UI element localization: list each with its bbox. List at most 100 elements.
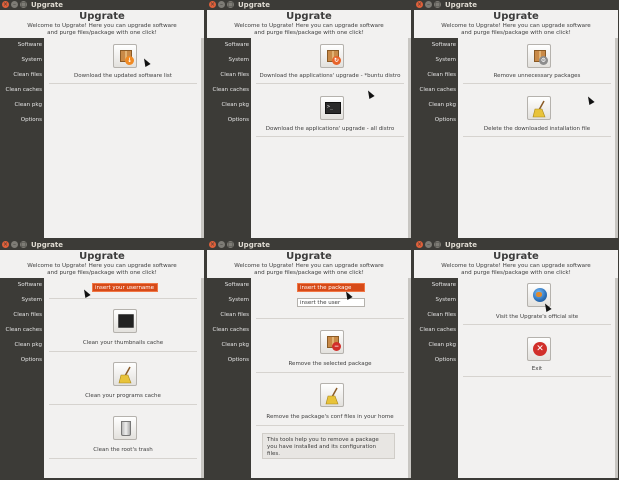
sidebar-item-system[interactable]: System (228, 56, 249, 64)
sidebar-item-software[interactable]: Software (18, 281, 42, 289)
delete-installation-button[interactable] (527, 96, 551, 120)
minimize-button[interactable]: – (218, 241, 225, 248)
sidebar-item-clean-files[interactable]: Clean files (220, 311, 249, 319)
scrollbar[interactable] (201, 278, 204, 478)
download-list-button[interactable]: ↓ (113, 44, 137, 68)
username-input[interactable]: insert your username (92, 283, 158, 292)
close-button[interactable]: × (209, 1, 216, 8)
minimize-button[interactable]: – (218, 1, 225, 8)
sidebar-item-clean-caches[interactable]: Clean caches (419, 86, 456, 94)
close-button[interactable]: × (2, 241, 9, 248)
welcome-line-1: Welcome to Upgrate! Here you can upgrade… (27, 23, 177, 29)
ubuntu-badge-icon: ↻ (332, 56, 341, 65)
remove-conf-button[interactable] (320, 383, 344, 407)
programs-cache-button[interactable] (113, 362, 137, 386)
scrollbar[interactable] (408, 278, 411, 478)
close-button[interactable]: × (416, 1, 423, 8)
download-ubuntu-upgrade-button[interactable]: ↻ (320, 44, 344, 68)
sidebar-item-clean-pkg[interactable]: Clean pkg (428, 341, 456, 349)
welcome-line-2: and purge files/package with one click! (461, 30, 571, 36)
sidebar-item-options[interactable]: Options (21, 116, 42, 124)
header: Upgrate Welcome to Upgrate! Here you can… (0, 250, 204, 278)
maximize-button[interactable]: □ (20, 1, 27, 8)
sidebar-item-options[interactable]: Options (435, 356, 456, 364)
remove-packages-button[interactable]: ⚙ (527, 44, 551, 68)
sidebar-item-software[interactable]: Software (432, 41, 456, 49)
delete-installation-label: Delete the downloaded installation file (483, 126, 591, 132)
sidebar: Software System Clean files Clean caches… (207, 278, 251, 478)
window-clean-files: × – □ Upgrate Upgrate Welcome to Upgrate… (414, 0, 618, 238)
sidebar-item-clean-pkg[interactable]: Clean pkg (14, 341, 42, 349)
close-button[interactable]: × (2, 1, 9, 8)
sidebar-item-clean-files[interactable]: Clean files (427, 311, 456, 319)
maximize-button[interactable]: □ (20, 241, 27, 248)
scrollbar[interactable] (615, 38, 618, 238)
scrollbar[interactable] (615, 278, 618, 478)
sidebar: Software System Clean files Clean caches… (0, 278, 44, 478)
minimize-button[interactable]: – (11, 241, 18, 248)
content-area: Visit the Upgrate's official site ✕ Exit (459, 278, 615, 478)
content-area: ↓ Download the updated software list (45, 38, 201, 238)
welcome-line-1: Welcome to Upgrate! Here you can upgrade… (27, 263, 177, 269)
minimize-button[interactable]: – (425, 241, 432, 248)
scrollbar[interactable] (408, 38, 411, 238)
download-all-upgrade-button[interactable]: >_ (320, 96, 344, 120)
sidebar-item-clean-files[interactable]: Clean files (427, 71, 456, 79)
divider (256, 136, 404, 137)
maximize-button[interactable]: □ (434, 241, 441, 248)
thumbnails-cache-button[interactable] (113, 309, 137, 333)
sidebar-item-options[interactable]: Options (228, 116, 249, 124)
sidebar-item-options[interactable]: Options (228, 356, 249, 364)
app-title: Upgrate (79, 251, 125, 262)
sidebar-item-system[interactable]: System (435, 296, 456, 304)
exit-button[interactable]: ✕ (527, 337, 551, 361)
sidebar-item-clean-caches[interactable]: Clean caches (212, 86, 249, 94)
root-trash-button[interactable] (113, 416, 137, 440)
sidebar-item-software[interactable]: Software (432, 281, 456, 289)
remove-package-button[interactable]: − (320, 330, 344, 354)
sidebar-item-system[interactable]: System (228, 296, 249, 304)
close-button[interactable]: × (209, 241, 216, 248)
header: Upgrate Welcome to Upgrate! Here you can… (414, 10, 618, 38)
sidebar-item-options[interactable]: Options (21, 356, 42, 364)
welcome-line-1: Welcome to Upgrate! Here you can upgrade… (234, 263, 384, 269)
minimize-button[interactable]: – (11, 1, 18, 8)
sidebar-item-clean-files[interactable]: Clean files (13, 311, 42, 319)
sidebar-item-clean-files[interactable]: Clean files (13, 71, 42, 79)
sidebar-item-software[interactable]: Software (225, 281, 249, 289)
sidebar-item-clean-pkg[interactable]: Clean pkg (428, 101, 456, 109)
maximize-button[interactable]: □ (227, 1, 234, 8)
package-input[interactable]: insert the package (297, 283, 365, 292)
scrollbar[interactable] (201, 38, 204, 238)
header: Upgrate Welcome to Upgrate! Here you can… (414, 250, 618, 278)
remove-badge-icon: − (332, 342, 341, 351)
minimize-button[interactable]: – (425, 1, 432, 8)
sidebar-item-system[interactable]: System (21, 296, 42, 304)
sidebar-item-clean-caches[interactable]: Clean caches (5, 86, 42, 94)
sidebar-item-clean-caches[interactable]: Clean caches (419, 326, 456, 334)
thumbnails-cache-label: Clean your thumbnails cache (82, 340, 164, 346)
download-all-upgrade-label: Download the applications' upgrade - all… (265, 126, 395, 132)
info-line-2: you have installed and its configuration… (267, 444, 377, 457)
sidebar-item-clean-pkg[interactable]: Clean pkg (14, 101, 42, 109)
maximize-button[interactable]: □ (434, 1, 441, 8)
sidebar-item-system[interactable]: System (435, 56, 456, 64)
title-bar: × – □ Upgrate (414, 0, 618, 10)
sidebar-item-clean-pkg[interactable]: Clean pkg (221, 341, 249, 349)
maximize-button[interactable]: □ (227, 241, 234, 248)
sidebar-item-clean-caches[interactable]: Clean caches (212, 326, 249, 334)
sidebar-item-clean-files[interactable]: Clean files (220, 71, 249, 79)
exit-icon: ✕ (533, 342, 547, 356)
sidebar-item-clean-caches[interactable]: Clean caches (5, 326, 42, 334)
window-clean-caches: × – □ Upgrate Upgrate Welcome to Upgrate… (0, 240, 204, 478)
header: Upgrate Welcome to Upgrate! Here you can… (207, 250, 411, 278)
sidebar-item-clean-pkg[interactable]: Clean pkg (221, 101, 249, 109)
sidebar-item-software[interactable]: Software (18, 41, 42, 49)
sidebar-item-software[interactable]: Software (225, 41, 249, 49)
close-button[interactable]: × (416, 241, 423, 248)
sidebar-item-options[interactable]: Options (435, 116, 456, 124)
mouse-cursor (585, 95, 595, 105)
broom-icon (118, 366, 132, 384)
sidebar-item-system[interactable]: System (21, 56, 42, 64)
user-input[interactable]: insert the user (297, 298, 365, 307)
